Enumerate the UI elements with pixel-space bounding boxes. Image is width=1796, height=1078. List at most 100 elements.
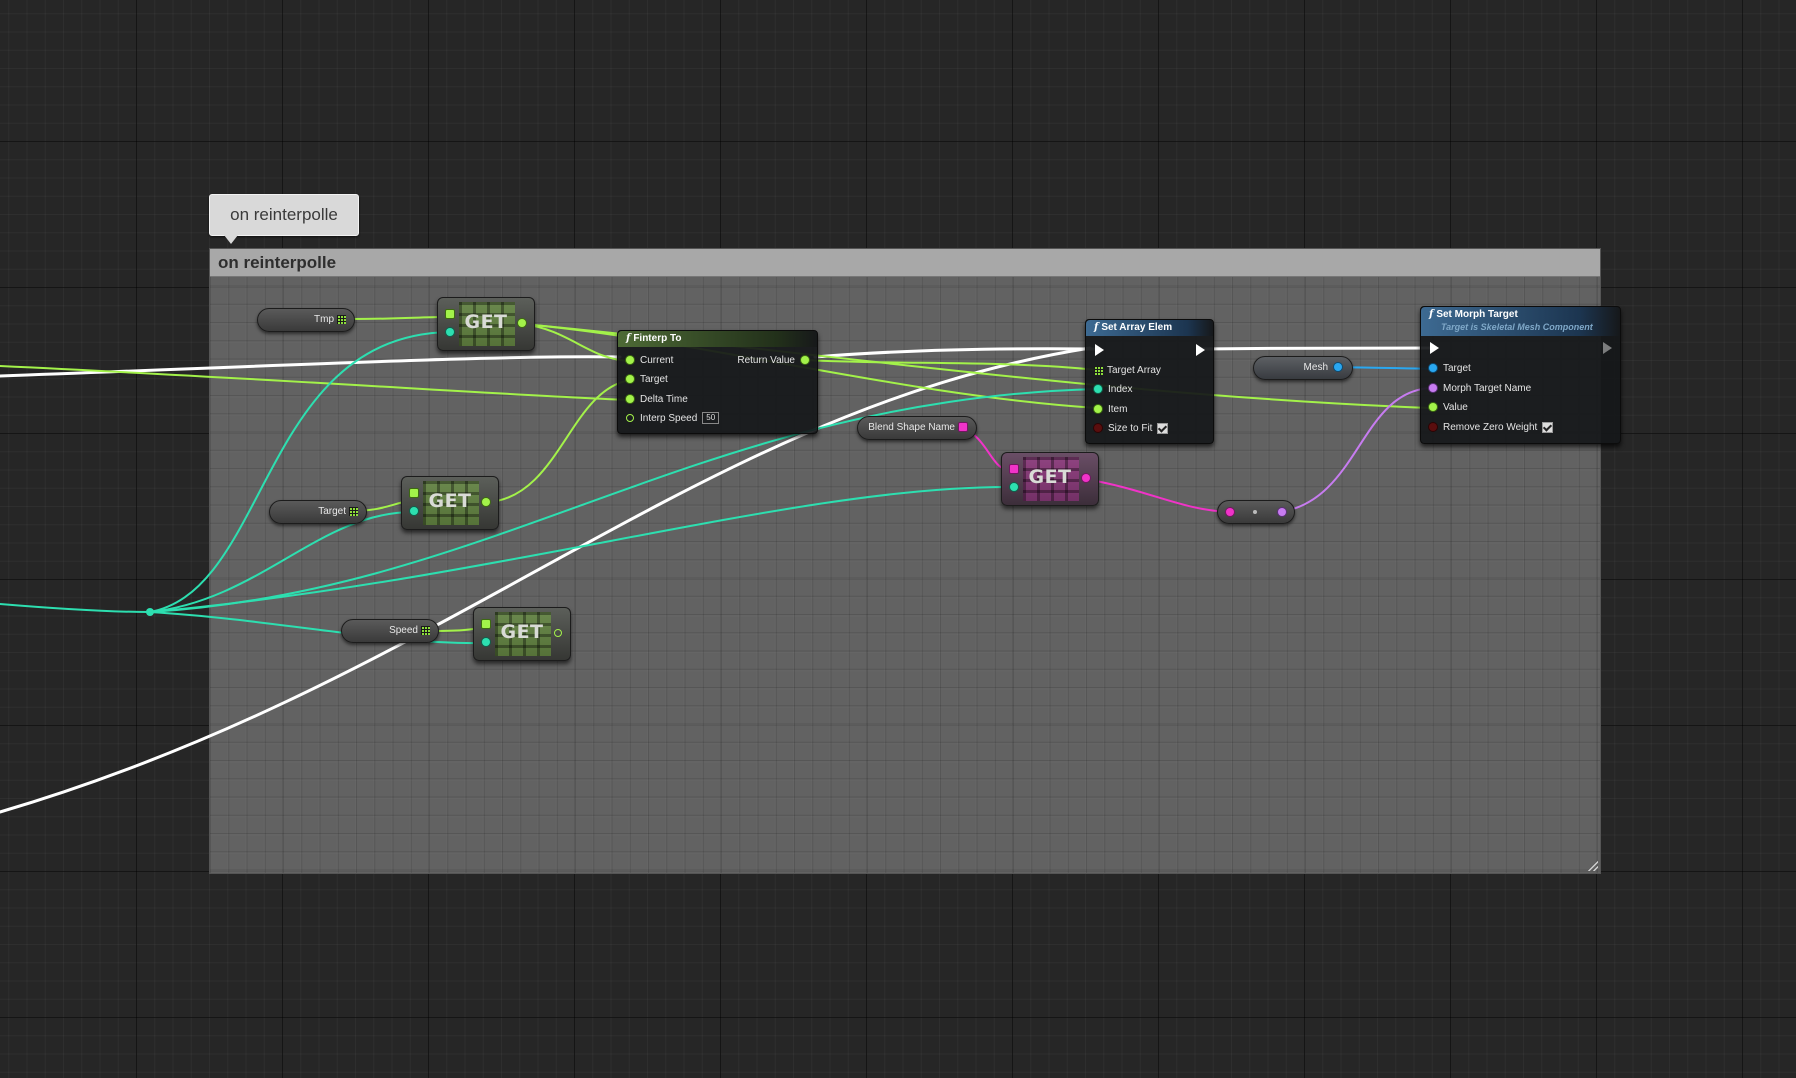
exec-in-pin[interactable] bbox=[1430, 342, 1439, 356]
input-array-pin[interactable] bbox=[410, 489, 418, 497]
variable-speed-label: Speed bbox=[389, 625, 418, 636]
int-wire-in bbox=[0, 603, 151, 613]
pin-current[interactable]: Current bbox=[626, 354, 673, 368]
input-array-pin[interactable] bbox=[1010, 465, 1018, 473]
pin-morph-target-name-label: Morph Target Name bbox=[1443, 383, 1532, 394]
pin-index-label: Index bbox=[1108, 384, 1133, 395]
pin-interp-speed-label: Interp Speed bbox=[640, 413, 698, 424]
remove-zero-weight-checkbox[interactable] bbox=[1542, 421, 1554, 433]
object-pin-icon[interactable] bbox=[1429, 364, 1437, 373]
input-name-pin[interactable] bbox=[1226, 508, 1234, 516]
pin-delta-time-label: Delta Time bbox=[640, 394, 688, 405]
function-icon: f bbox=[1429, 309, 1434, 320]
set-array-elem-node[interactable]: f Set Array Elem Target Array Index Item … bbox=[1085, 319, 1214, 444]
finterp-to-node[interactable]: f Finterp To Current Target Delta Time In… bbox=[617, 330, 818, 434]
pin-item-label: Item bbox=[1108, 404, 1128, 415]
name-pin-icon[interactable] bbox=[1429, 384, 1437, 393]
float-pin-icon[interactable] bbox=[626, 356, 634, 365]
array-pin-icon[interactable] bbox=[349, 506, 358, 516]
pin-value[interactable]: Value bbox=[1429, 401, 1468, 415]
variable-target[interactable]: Target bbox=[269, 500, 367, 524]
comment-resize-handle[interactable] bbox=[1588, 861, 1598, 871]
comment-box[interactable]: on reinterpolle bbox=[209, 248, 1601, 874]
float-pin-icon[interactable] bbox=[626, 395, 634, 404]
pin-target-label: Target bbox=[640, 374, 668, 385]
pin-delta-time[interactable]: Delta Time bbox=[626, 393, 688, 407]
comment-bubble[interactable]: on reinterpolle bbox=[209, 194, 359, 244]
variable-mesh[interactable]: Mesh bbox=[1253, 356, 1353, 380]
exec-in-icon[interactable] bbox=[1430, 342, 1439, 355]
size-to-fit-checkbox[interactable] bbox=[1157, 422, 1169, 434]
input-array-pin[interactable] bbox=[482, 620, 490, 628]
output-pin[interactable] bbox=[554, 629, 562, 637]
set-morph-target-title-text: Set Morph Target bbox=[1436, 309, 1518, 320]
pin-size-to-fit-label: Size to Fit bbox=[1108, 423, 1153, 434]
array-pin-icon[interactable] bbox=[337, 314, 346, 324]
set-morph-target-title[interactable]: f Set Morph Target Target is Skeletal Mesh… bbox=[1421, 307, 1620, 336]
pin-return-value[interactable]: Return Value bbox=[737, 354, 809, 368]
pin-remove-zero-weight-label: Remove Zero Weight bbox=[1443, 422, 1538, 433]
object-pin-icon[interactable] bbox=[1334, 363, 1342, 372]
function-icon: f bbox=[626, 333, 631, 344]
set-morph-target-node[interactable]: f Set Morph Target Target is Skeletal Mesh… bbox=[1420, 306, 1621, 444]
get-node-blend-shape[interactable]: GET bbox=[1001, 452, 1099, 506]
pin-target-array[interactable]: Target Array bbox=[1094, 364, 1161, 378]
output-pin[interactable] bbox=[482, 498, 490, 506]
exec-out-icon[interactable] bbox=[1603, 342, 1612, 355]
set-morph-target-subtitle: Target is Skeletal Mesh Component bbox=[1441, 322, 1593, 332]
variable-target-label: Target bbox=[318, 506, 346, 517]
pin-target[interactable]: Target bbox=[1429, 362, 1471, 376]
exec-out-pin[interactable] bbox=[1196, 344, 1205, 358]
array-pin-icon[interactable] bbox=[421, 625, 430, 635]
pin-target-array-label: Target Array bbox=[1107, 365, 1161, 376]
get-node-target[interactable]: GET bbox=[401, 476, 499, 530]
pin-morph-target-name[interactable]: Morph Target Name bbox=[1429, 382, 1531, 396]
conversion-dot-icon bbox=[1253, 510, 1257, 514]
exec-in-icon[interactable] bbox=[1095, 344, 1104, 357]
name-pin-icon[interactable] bbox=[959, 423, 967, 432]
variable-blend-shape-name-label: Blend Shape Name bbox=[868, 422, 955, 433]
output-pin[interactable] bbox=[1082, 474, 1090, 482]
input-index-pin[interactable] bbox=[410, 507, 418, 515]
get-node-tmp[interactable]: GET bbox=[437, 297, 535, 351]
blueprint-graph-canvas[interactable]: on reinterpolle on reinterpolle Tmp Targ… bbox=[0, 0, 1796, 1078]
exec-out-pin[interactable] bbox=[1603, 342, 1612, 356]
variable-blend-shape-name[interactable]: Blend Shape Name bbox=[857, 416, 977, 440]
variable-speed[interactable]: Speed bbox=[341, 619, 439, 643]
float-pin-icon[interactable] bbox=[1094, 405, 1102, 414]
input-array-pin[interactable] bbox=[446, 310, 454, 318]
array-pin-icon[interactable] bbox=[1094, 365, 1103, 375]
get-node-speed[interactable]: GET bbox=[473, 607, 571, 661]
variable-tmp[interactable]: Tmp bbox=[257, 308, 355, 332]
float-pin-icon[interactable] bbox=[626, 414, 634, 423]
pin-current-label: Current bbox=[640, 355, 674, 366]
bool-pin-icon[interactable] bbox=[1094, 424, 1102, 433]
set-array-elem-title[interactable]: f Set Array Elem bbox=[1086, 320, 1213, 336]
variable-tmp-label: Tmp bbox=[314, 314, 334, 325]
output-pin[interactable] bbox=[518, 319, 526, 327]
finterp-to-title[interactable]: f Finterp To bbox=[618, 331, 817, 347]
exec-in-pin[interactable] bbox=[1095, 344, 1104, 358]
exec-out-icon[interactable] bbox=[1196, 344, 1205, 357]
bool-pin-icon[interactable] bbox=[1429, 423, 1437, 432]
output-string-pin[interactable] bbox=[1278, 508, 1286, 516]
input-index-pin[interactable] bbox=[446, 328, 454, 336]
int-pin-icon[interactable] bbox=[1094, 385, 1102, 394]
input-index-pin[interactable] bbox=[1010, 483, 1018, 491]
pin-interp-speed[interactable]: Interp Speed 50 bbox=[626, 412, 720, 426]
comment-header[interactable]: on reinterpolle bbox=[210, 249, 1600, 277]
float-pin-icon[interactable] bbox=[801, 356, 809, 365]
float-pin-icon[interactable] bbox=[626, 375, 634, 384]
pin-remove-zero-weight[interactable]: Remove Zero Weight bbox=[1429, 421, 1554, 435]
float-pin-icon[interactable] bbox=[1429, 403, 1437, 412]
pin-size-to-fit[interactable]: Size to Fit bbox=[1094, 422, 1169, 436]
pin-value-label: Value bbox=[1443, 402, 1468, 413]
pin-item[interactable]: Item bbox=[1094, 403, 1127, 417]
conversion-node[interactable] bbox=[1217, 500, 1295, 524]
variable-mesh-label: Mesh bbox=[1303, 362, 1328, 373]
pin-return-value-label: Return Value bbox=[737, 355, 795, 366]
pin-index[interactable]: Index bbox=[1094, 383, 1132, 397]
interp-speed-input[interactable]: 50 bbox=[702, 412, 720, 425]
pin-target[interactable]: Target bbox=[626, 373, 668, 387]
input-index-pin[interactable] bbox=[482, 638, 490, 646]
